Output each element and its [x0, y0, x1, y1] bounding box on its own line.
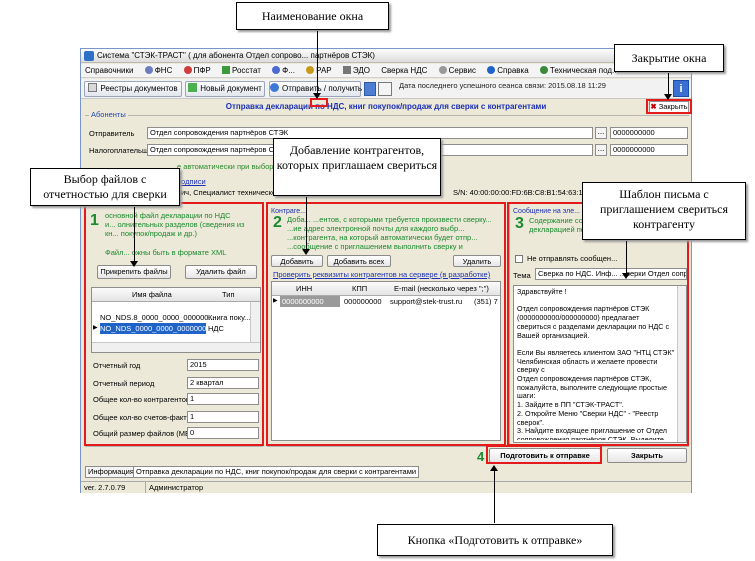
certificate-serial: S/N: 40:00:00:00:FD:6B:C8:B1:54:63:1	[453, 188, 583, 197]
window-title: Система "СТЭК-ТРАСТ" ( для абонента Отде…	[97, 51, 375, 60]
menu-edo[interactable]: ЭДО	[339, 64, 375, 77]
edo-icon	[342, 66, 351, 74]
app-logo-icon	[84, 51, 94, 61]
send-receive-icon	[270, 83, 279, 92]
menu-directories[interactable]: Справочники	[81, 64, 138, 77]
title-bar: Система "СТЭК-ТРАСТ" ( для абонента Отде…	[81, 49, 691, 63]
help-icon	[487, 66, 496, 74]
new-document-icon	[188, 83, 198, 92]
form-title: Отправка декларации по НДС, книг покупок…	[225, 102, 547, 111]
registry-button[interactable]: Реестры документов	[84, 81, 182, 97]
arrowhead-add-contractors	[302, 249, 310, 255]
callout-file-select: Выбор файлов с отчетностью для сверки	[30, 168, 180, 206]
user-text: Администратор	[149, 483, 204, 492]
gear-icon	[438, 66, 447, 74]
tab-nds-check[interactable]: Отправка декларации по НДС, книг покупок…	[133, 466, 420, 478]
support-icon	[539, 66, 548, 74]
download-arrow-icon[interactable]	[364, 82, 376, 96]
taxpayer-select-button[interactable]: ...	[595, 144, 607, 156]
menu-fns[interactable]: ФНС	[141, 64, 178, 77]
close-button[interactable]: Закрыть	[607, 448, 687, 463]
menu-tech-support[interactable]: Техническая под...	[536, 64, 624, 77]
fns-icon	[144, 66, 153, 74]
arrow-file-select	[134, 207, 135, 263]
arrow-letter-template	[626, 241, 627, 275]
subscribers-group-title: Абоненты	[89, 110, 128, 119]
pfr-icon	[183, 66, 192, 74]
callout-window-name: Наименование окна	[236, 2, 389, 30]
status-bar: ver. 2.7.0.79 Администратор	[81, 481, 691, 493]
sender-label: Отправитель	[89, 129, 135, 138]
contractors-panel-highlight	[266, 202, 506, 446]
arrow-prepare-button	[494, 470, 495, 523]
arrowhead-prepare-button	[490, 465, 498, 471]
new-document-button[interactable]: Новый документ	[185, 81, 265, 97]
rar-icon	[306, 66, 315, 74]
arrowhead-window-close	[664, 94, 672, 100]
menu-rar[interactable]: РАР	[302, 64, 336, 77]
arrow-window-name	[317, 31, 318, 95]
menu-nds-check[interactable]: Сверка НДС	[377, 64, 432, 77]
callout-prepare-button: Кнопка «Подготовить к отправке»	[377, 524, 613, 556]
callout-letter-template: Шаблон письма с приглашением свериться к…	[582, 182, 746, 240]
info-icon[interactable]: i	[673, 80, 689, 97]
sender-code-field[interactable]: 0000000000	[610, 127, 688, 139]
taxpayer-label: Налогоплательщик	[89, 146, 156, 155]
tab-info[interactable]: Информация	[85, 466, 137, 478]
registry-icon	[88, 83, 98, 92]
arrowhead-window-name	[313, 93, 321, 99]
callout-window-close: Закрытие окна	[614, 44, 724, 72]
window-name-highlight	[310, 98, 328, 107]
menu-fss[interactable]: Ф...	[268, 64, 300, 77]
rosstat-icon	[221, 66, 230, 74]
files-panel-highlight	[84, 202, 264, 446]
arrow-add-contractors	[306, 197, 307, 251]
menu-bar: Справочники ФНС ПФР Росстат Ф... РАР ЭДО…	[81, 64, 691, 78]
version-text: ver. 2.7.0.79	[84, 483, 126, 492]
prepare-button-highlight	[486, 445, 602, 464]
step-4-number: 4	[477, 449, 485, 464]
taxpayer-code-field[interactable]: 0000000000	[610, 144, 688, 156]
signature-link[interactable]: подписи	[177, 177, 206, 186]
fss-icon	[272, 66, 281, 74]
callout-add-contractors: Добавление контрагентов, которых приглаш…	[273, 138, 441, 196]
menu-rosstat[interactable]: Росстат	[218, 64, 266, 77]
toolbar: Реестры документов Новый документ Отправ…	[81, 79, 691, 99]
menu-service[interactable]: Сервис	[435, 64, 481, 77]
last-session-text: Дата последнего успешного сеанса связи: …	[399, 81, 606, 90]
sender-select-button[interactable]: ...	[595, 127, 607, 139]
arrowhead-letter-template	[622, 273, 630, 279]
menu-help[interactable]: Справка	[483, 64, 533, 77]
arrowhead-file-select	[130, 261, 138, 267]
close-highlight	[646, 99, 692, 114]
refresh-icon[interactable]	[378, 82, 392, 96]
menu-pfr[interactable]: ПФР	[180, 64, 216, 77]
